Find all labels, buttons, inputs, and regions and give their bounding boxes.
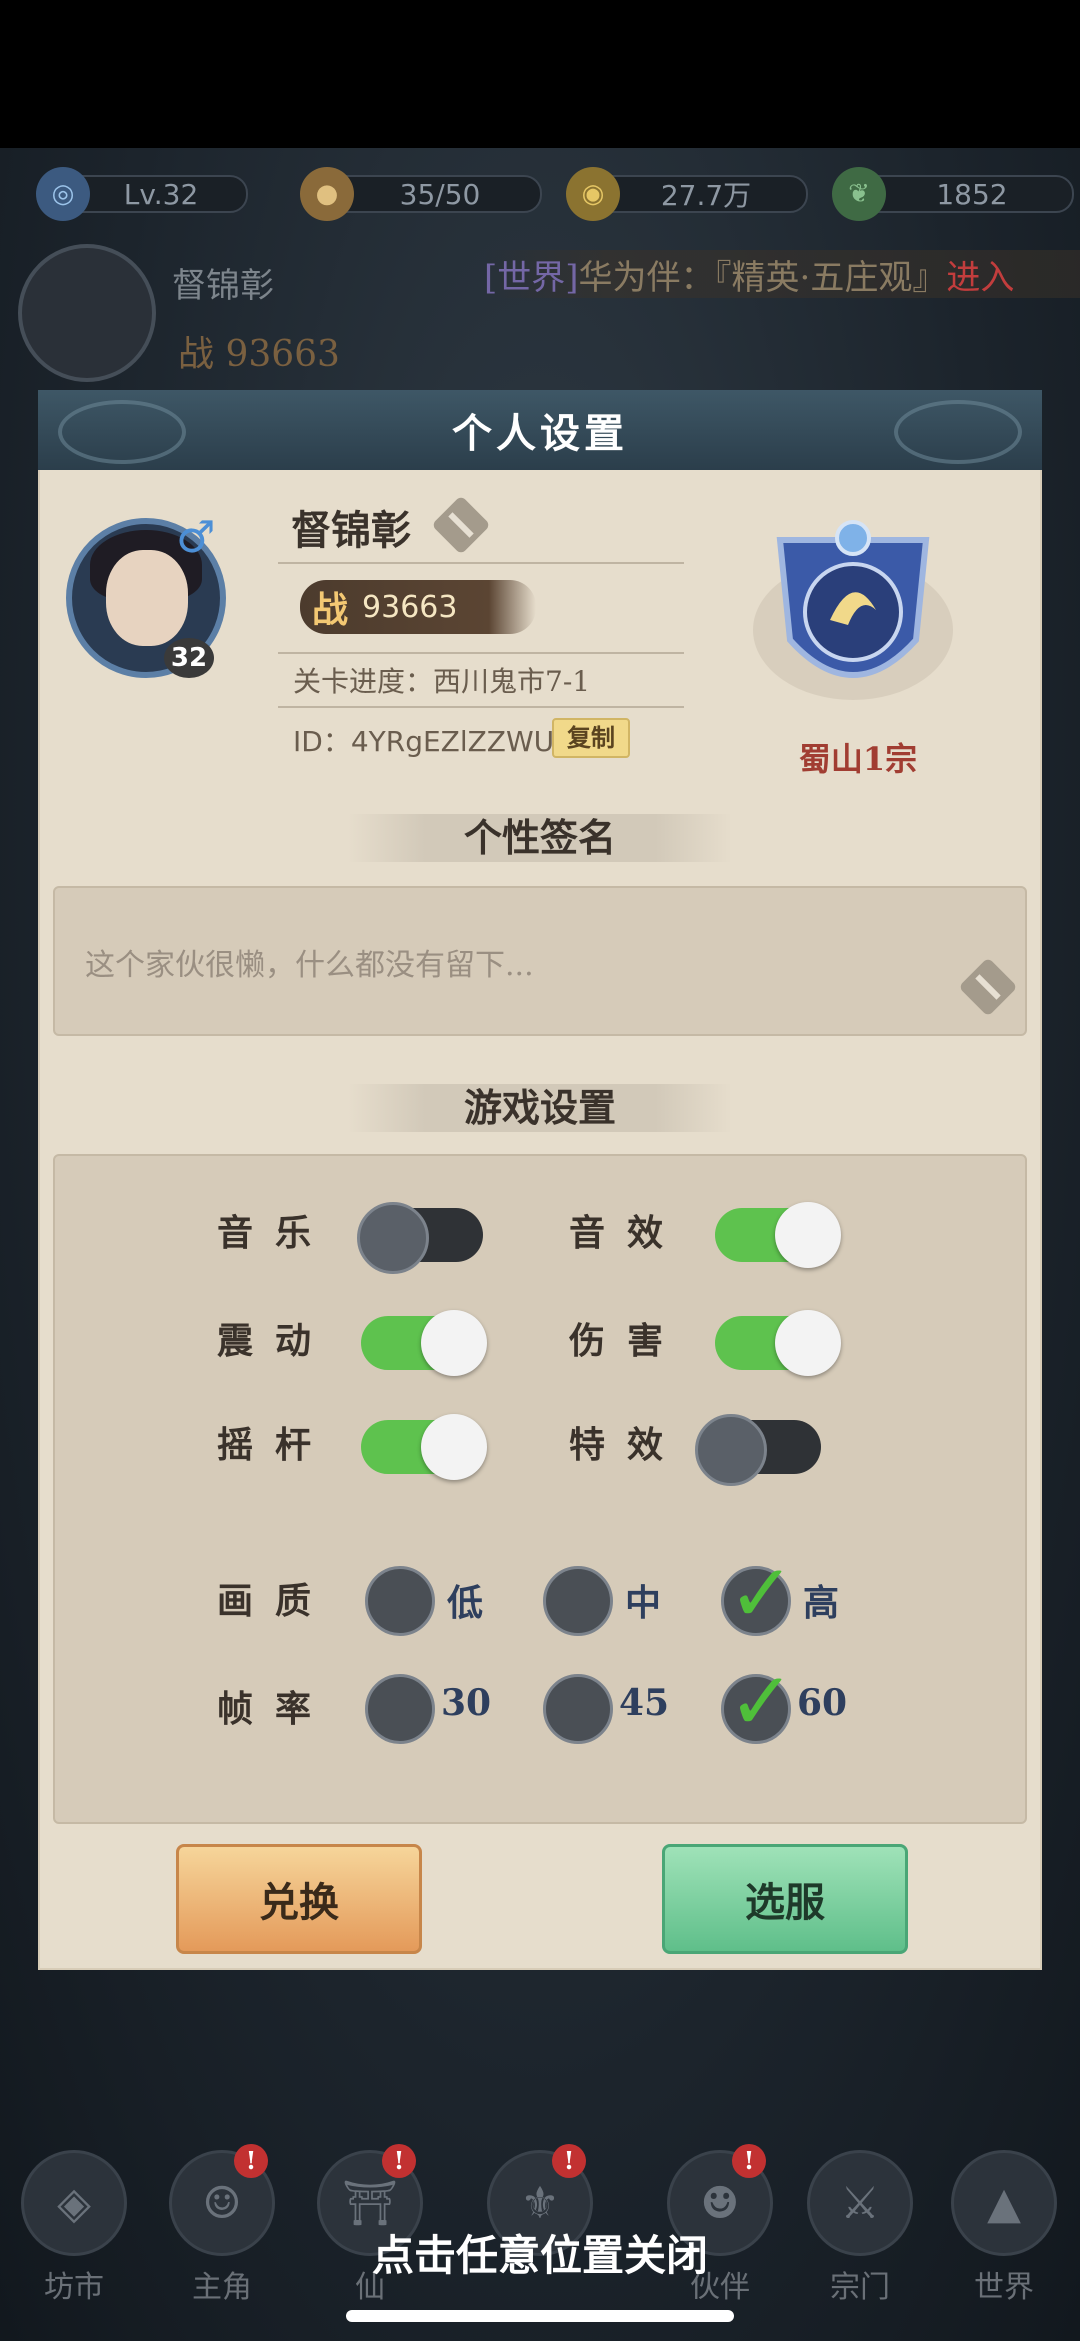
game-settings-panel: 音乐 音效 震动 伤害 摇杆 特效 画质 低 中 高 帧率 30 45 60: [53, 1154, 1027, 1824]
framerate-60-label: 60: [797, 1682, 848, 1724]
music-label: 音乐: [217, 1212, 334, 1254]
sound-effects-label: 音效: [569, 1212, 686, 1254]
coins-value: 27.7万: [604, 175, 808, 213]
framerate-label: 帧率: [217, 1688, 334, 1730]
framerate-30-label: 30: [441, 1682, 492, 1724]
top-player-name: 督锦彰: [172, 266, 274, 306]
framerate-30-radio[interactable]: [365, 1674, 435, 1744]
game-settings-section-title: 游戏设置: [348, 1084, 732, 1132]
framerate-60-radio[interactable]: [721, 1655, 795, 1748]
quality-low-label: 低: [447, 1582, 484, 1624]
toggle-knob: [357, 1202, 429, 1274]
framerate-45-label: 45: [619, 1682, 670, 1724]
close-hint-text: 点击任意位置关闭: [371, 2231, 708, 2280]
quality-mid-radio[interactable]: [543, 1566, 613, 1636]
quality-mid-label: 中: [625, 1582, 662, 1624]
damage-toggle[interactable]: [715, 1310, 841, 1376]
quality-high-label: 高: [803, 1582, 840, 1624]
select-server-button[interactable]: 选服: [662, 1844, 908, 1954]
framerate-45-radio[interactable]: [543, 1674, 613, 1744]
quality-high-radio[interactable]: [721, 1547, 795, 1640]
vibration-toggle[interactable]: [361, 1310, 487, 1376]
dragon-icon: ◎: [36, 167, 90, 221]
personal-settings-dialog: 个人设置 ♂ 32 督锦彰 战 93663 关卡进度：西川鬼市7-1 ID：4Y…: [38, 390, 1042, 1970]
cloud-ornament-left: [58, 400, 186, 464]
profile-name: 督锦彰: [291, 507, 411, 554]
toggle-knob: [775, 1310, 841, 1376]
signature-section-title: 个性签名: [348, 814, 732, 862]
quality-label: 画质: [217, 1580, 334, 1622]
vibration-label: 震动: [217, 1320, 334, 1362]
sect-emblem-icon[interactable]: [750, 500, 956, 720]
divider: [278, 706, 684, 708]
alert-badge: !: [552, 2144, 586, 2178]
ticker-text: 华为伴：『精英·五庄观』: [578, 258, 947, 298]
toggle-knob: [775, 1202, 841, 1268]
top-avatar[interactable]: [18, 244, 156, 382]
sound-effects-toggle[interactable]: [715, 1202, 841, 1268]
level-resource[interactable]: ◎ Lv.32: [36, 167, 248, 221]
edit-signature-icon[interactable]: [958, 957, 1018, 1017]
edit-name-icon[interactable]: [431, 495, 491, 555]
redeem-button[interactable]: 兑换: [176, 1844, 422, 1954]
avatar-face: [106, 550, 188, 646]
sect-name: 蜀山1宗: [798, 740, 918, 778]
home-indicator[interactable]: [346, 2310, 734, 2322]
jade-value: 1852: [870, 175, 1074, 213]
avatar-level-badge: 32: [164, 638, 214, 678]
divider: [278, 652, 684, 654]
signature-text: 这个家伙很懒，什么都没有留下...: [85, 948, 534, 983]
stamina-resource[interactable]: ● 35/50: [300, 167, 542, 221]
ticker-enter-link[interactable]: 进入: [946, 258, 1014, 298]
quality-low-radio[interactable]: [365, 1566, 435, 1636]
cloud-ornament-right: [894, 400, 1022, 464]
effects-label: 特效: [569, 1424, 686, 1466]
jade-resource[interactable]: ❦ 1852: [832, 167, 1074, 221]
male-icon: ♂: [176, 512, 216, 563]
effects-toggle[interactable]: [695, 1414, 821, 1486]
alert-badge: !: [382, 2144, 416, 2178]
ticker-tag: [世界]: [484, 258, 579, 298]
stamina-value: 35/50: [338, 175, 542, 213]
divider: [278, 562, 684, 564]
damage-label: 伤害: [569, 1320, 686, 1362]
level-value: Lv.32: [74, 175, 248, 213]
player-id: ID：4YRgEZlZZWU: [293, 725, 555, 758]
world-chat-ticker[interactable]: [世界]华为伴：『精英·五庄观』进入: [484, 250, 1080, 298]
leaf-icon: ❦: [832, 167, 886, 221]
stage-progress: 关卡进度：西川鬼市7-1: [293, 665, 591, 698]
power-value: 93663: [362, 589, 458, 625]
power-prefix: 战: [312, 589, 349, 631]
coins-resource[interactable]: ◉ 27.7万: [566, 167, 808, 221]
toggle-knob: [695, 1414, 767, 1486]
toggle-knob: [421, 1414, 487, 1480]
copy-id-button[interactable]: 复制: [552, 718, 630, 758]
coin-icon: ◉: [566, 167, 620, 221]
dialog-title: 个人设置: [452, 410, 628, 457]
bun-icon: ●: [300, 167, 354, 221]
joystick-toggle[interactable]: [361, 1414, 487, 1480]
alert-badge: !: [732, 2144, 766, 2178]
joystick-label: 摇杆: [217, 1424, 334, 1466]
power-badge: 战 93663: [300, 580, 536, 634]
toggle-knob: [421, 1310, 487, 1376]
alert-badge: !: [234, 2144, 268, 2178]
music-toggle[interactable]: [357, 1202, 483, 1274]
dialog-header: 个人设置: [38, 390, 1042, 470]
signature-box[interactable]: 这个家伙很懒，什么都没有留下...: [53, 886, 1027, 1036]
top-player-power: 战 93663: [178, 334, 340, 375]
